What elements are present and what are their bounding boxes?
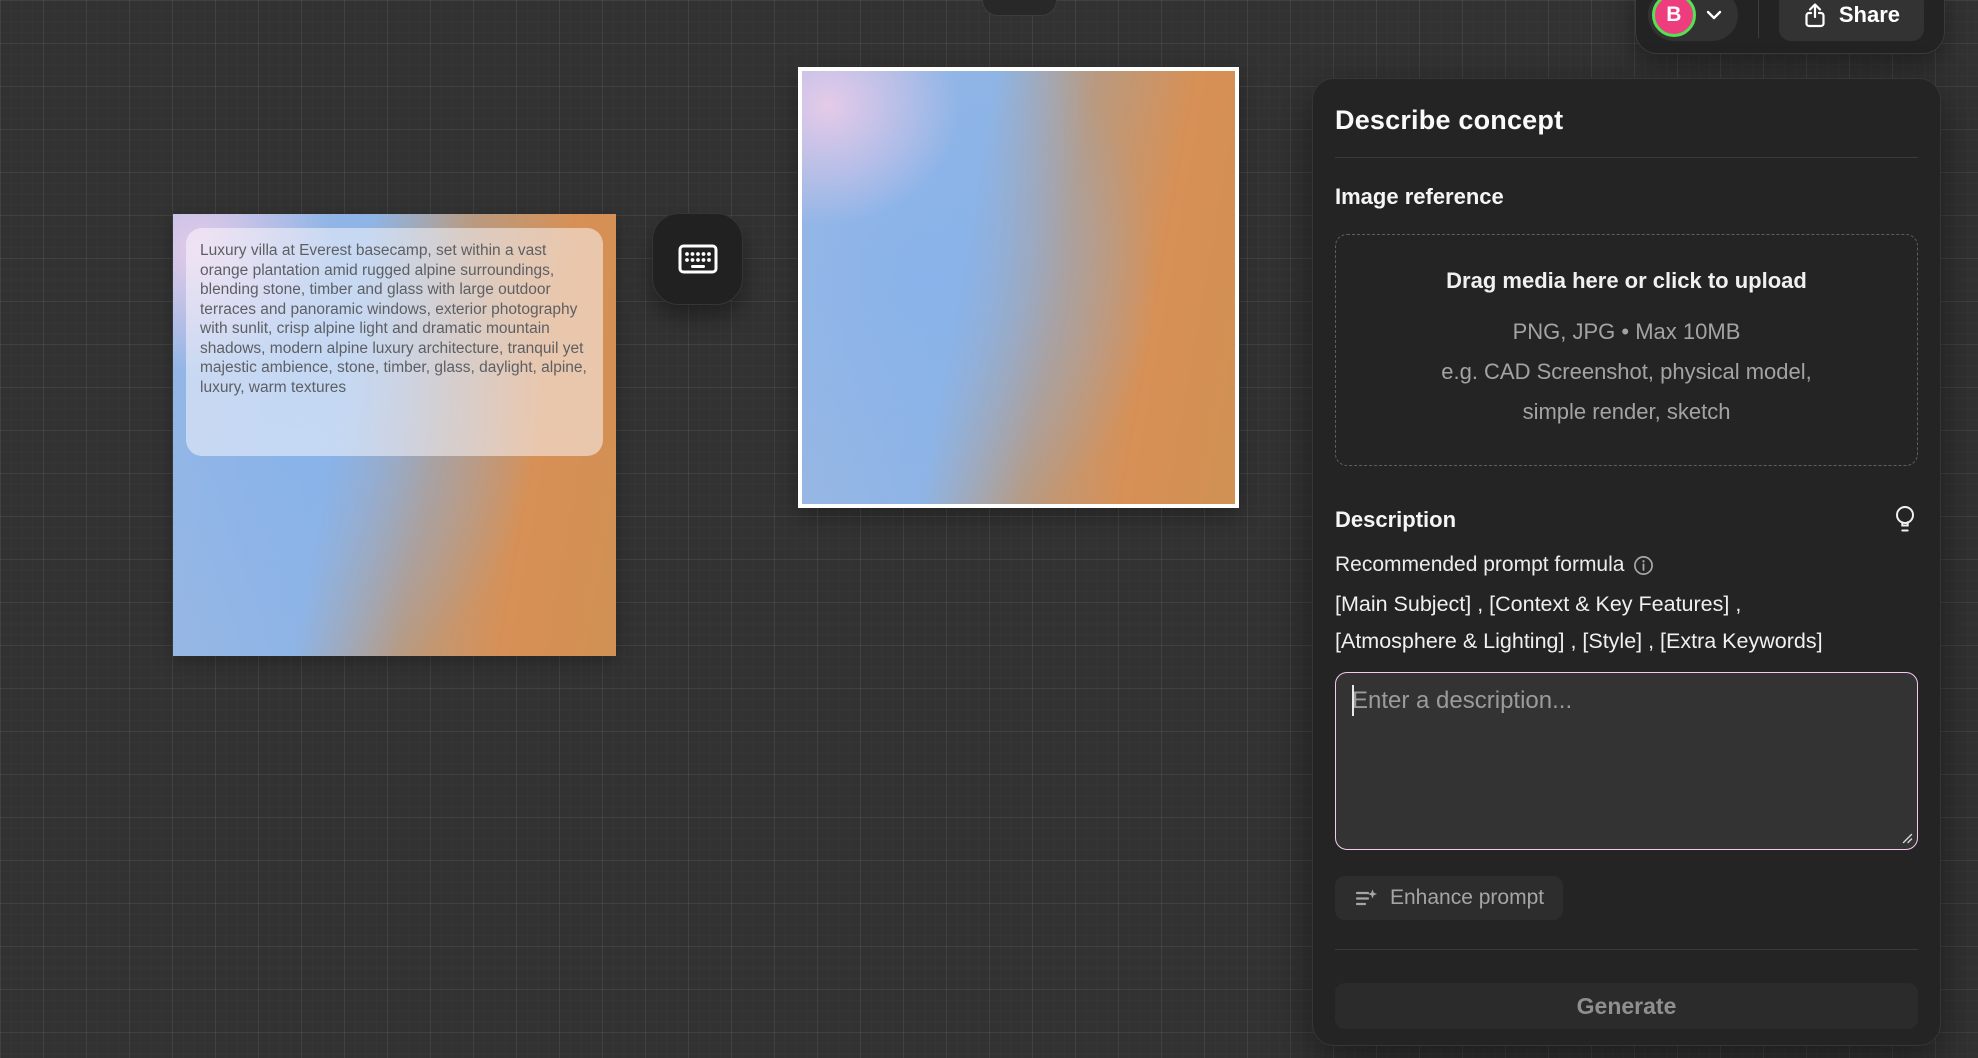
toolbar-divider [1758, 0, 1759, 38]
enhance-prompt-button[interactable]: Enhance prompt [1335, 876, 1563, 920]
canvas-workspace: { "toolbar": { "avatar_initial": "B", "s… [0, 0, 1978, 1058]
generate-label: Generate [1577, 993, 1677, 1020]
keyboard-button[interactable] [652, 213, 743, 305]
upload-formats-text: PNG, JPG • Max 10MB [1513, 312, 1741, 352]
account-menu[interactable]: B [1648, 0, 1738, 41]
share-icon [1803, 2, 1827, 29]
upload-example-line1: e.g. CAD Screenshot, physical model, [1441, 352, 1812, 392]
resize-handle-icon[interactable] [1900, 831, 1913, 844]
image-reference-heading: Image reference [1335, 184, 1918, 210]
canvas-toolbar-pill [982, 0, 1057, 16]
prompt-card[interactable]: Luxury villa at Everest basecamp, set wi… [173, 214, 616, 656]
chevron-down-icon [1706, 10, 1722, 20]
enhance-prompt-label: Enhance prompt [1390, 886, 1544, 910]
upload-main-text: Drag media here or click to upload [1446, 268, 1807, 294]
lightbulb-icon[interactable] [1892, 504, 1918, 535]
share-label: Share [1839, 2, 1900, 28]
generate-button[interactable]: Generate [1335, 983, 1918, 1029]
generated-image[interactable] [798, 67, 1239, 508]
upload-dropzone[interactable]: Drag media here or click to upload PNG, … [1335, 234, 1918, 466]
formula-label-text: Recommended prompt formula [1335, 553, 1624, 577]
describe-concept-panel: Describe concept Image reference Drag me… [1312, 78, 1941, 1046]
info-icon[interactable] [1633, 555, 1654, 576]
prompt-card-overlay: Luxury villa at Everest basecamp, set wi… [186, 228, 603, 456]
description-input[interactable] [1335, 672, 1918, 850]
panel-bottom-divider [1335, 949, 1918, 950]
description-heading: Description [1335, 507, 1456, 533]
keyboard-icon [676, 241, 720, 277]
panel-divider [1335, 157, 1918, 158]
top-toolbar: B Share [1635, 0, 1945, 54]
formula-line1: [Main Subject] , [Context & Key Features… [1335, 586, 1918, 623]
formula-line2: [Atmosphere & Lighting] , [Style] , [Ext… [1335, 623, 1918, 660]
panel-title: Describe concept [1335, 105, 1918, 136]
text-cursor [1352, 685, 1354, 716]
upload-example-line2: simple render, sketch [1523, 392, 1731, 432]
enhance-sparkle-icon [1354, 888, 1378, 909]
avatar[interactable]: B [1652, 0, 1696, 37]
prompt-card-text: Luxury villa at Everest basecamp, set wi… [200, 241, 592, 397]
share-button[interactable]: Share [1779, 0, 1924, 41]
formula-text: [Main Subject] , [Context & Key Features… [1335, 586, 1918, 660]
